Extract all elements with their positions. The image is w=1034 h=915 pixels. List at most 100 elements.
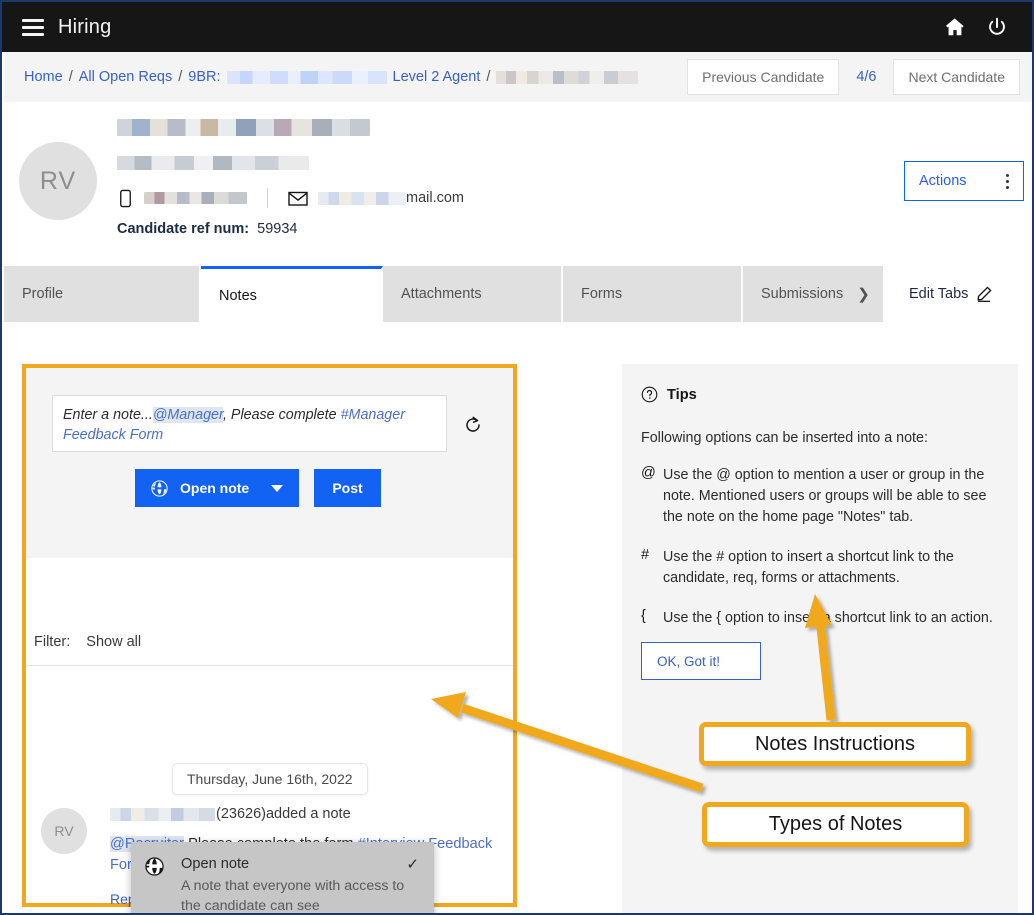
candidate-subtitle-redacted (117, 154, 309, 172)
dropdown-option-open-note[interactable]: Open note A note that everyone with acce… (131, 842, 434, 914)
post-note-button[interactable]: Post (314, 469, 381, 507)
redacted-phone (144, 192, 247, 204)
home-icon[interactable] (944, 16, 966, 38)
note-author-avatar: RV (41, 808, 87, 854)
tips-title: Tips (667, 386, 697, 403)
callout-label: Notes Instructions (754, 732, 916, 755)
ok-got-it-button[interactable]: OK, Got it! (641, 642, 761, 680)
filter-label: Filter: (34, 634, 71, 650)
note-visibility-dropdown[interactable]: Open note A note that everyone with acce… (131, 842, 434, 914)
breadcrumb-req[interactable]: 9BR: (188, 69, 220, 85)
tab-label: Profile (22, 286, 64, 302)
envelope-icon (288, 191, 308, 206)
breadcrumb-home[interactable]: Home (24, 69, 63, 85)
app-window: Hiring Home / All Open Reqs / 9BR: Level… (0, 0, 1034, 915)
tip-symbol: # (641, 547, 650, 563)
tab-label: Notes (219, 287, 257, 304)
note-visibility-label: Open note (180, 480, 250, 496)
notes-divider (26, 665, 513, 666)
tab-submissions[interactable]: Submissions ❯ (743, 266, 885, 322)
tab-profile[interactable]: Profile (4, 266, 201, 322)
check-icon: ✓ (406, 856, 419, 873)
note-placeholder: Enter a note... (63, 407, 153, 423)
topbar-actions (944, 16, 1008, 38)
tab-notes[interactable]: Notes (201, 266, 383, 322)
previous-candidate-button[interactable]: Previous Candidate (687, 59, 840, 95)
note-author-id: (23626) (216, 806, 266, 822)
filter-value[interactable]: Show all (86, 634, 141, 650)
edit-tabs-label: Edit Tabs (909, 286, 969, 302)
app-title: Hiring (58, 15, 112, 38)
candidate-ref-label: Candidate ref num: (117, 221, 250, 237)
tab-forms[interactable]: Forms (563, 266, 743, 322)
pencil-icon[interactable] (976, 286, 992, 302)
note-mid-text: , Please complete (222, 407, 341, 423)
dropdown-option-text: Open note A note that everyone with acce… (181, 855, 413, 914)
notes-panel-highlight: Enter a note...@Manager, Please complete… (22, 364, 517, 907)
tips-header: Tips (641, 386, 1018, 403)
redacted-req-name (226, 70, 387, 84)
tip-at-mention: @ Use the @ option to mention a user or … (641, 465, 999, 528)
hamburger-menu-icon[interactable] (22, 18, 44, 36)
note-action-text: added a note (265, 806, 351, 822)
callout-notes-instructions: Notes Instructions (699, 722, 971, 766)
note-date-divider: Thursday, June 16th, 2022 (172, 763, 368, 795)
candidate-navigation: Previous Candidate 4/6 Next Candidate (687, 59, 1020, 95)
globe-icon (151, 479, 168, 497)
redacted-email (318, 191, 406, 205)
note-mention-token: @Manager (152, 407, 223, 423)
globe-icon (145, 855, 167, 913)
callout-label: Types of Notes (768, 813, 903, 835)
tab-attachments[interactable]: Attachments (383, 266, 563, 322)
note-header: (23626) added a note (110, 806, 504, 822)
breadcrumb-separator: / (486, 69, 491, 85)
tab-label: Forms (581, 286, 623, 302)
breadcrumb-bar: Home / All Open Reqs / 9BR: Level 2 Agen… (4, 52, 1032, 102)
candidate-tab-bar: Profile Notes Attachments Forms Submissi… (4, 266, 1032, 322)
tip-text: Use the # option to insert a shortcut li… (663, 549, 954, 586)
tip-hashtag: # Use the # option to insert a shortcut … (641, 547, 999, 589)
next-candidate-button[interactable]: Next Candidate (893, 59, 1020, 95)
candidate-ref-num: Candidate ref num: 59934 (117, 221, 297, 237)
post-label: Post (332, 480, 363, 496)
tip-symbol: { (641, 608, 646, 624)
phone-icon (120, 189, 131, 207)
question-circle-icon (641, 386, 658, 403)
kebab-menu-icon[interactable] (1006, 173, 1009, 189)
candidate-contact-row: mail.com (117, 188, 464, 208)
actions-label: Actions (919, 173, 967, 189)
contact-divider (267, 188, 268, 208)
note-visibility-button[interactable]: Open note (135, 469, 299, 507)
tab-label: Attachments (401, 286, 482, 302)
email-domain: mail.com (406, 190, 465, 206)
dropdown-option-title: Open note (181, 856, 250, 872)
dropdown-option-desc: A note that everyone with access to the … (181, 878, 405, 914)
tip-text: Use the { option to insert a shortcut li… (663, 610, 993, 626)
chevron-down-icon[interactable] (271, 484, 283, 492)
note-editor-zone: Enter a note...@Manager, Please complete… (26, 368, 513, 558)
top-navigation-bar: Hiring (2, 2, 1032, 52)
refresh-icon[interactable] (463, 415, 483, 435)
redacted-candidate-crumb (496, 70, 639, 84)
candidate-name-redacted (117, 119, 370, 137)
breadcrumb-all-open-reqs[interactable]: All Open Reqs (79, 69, 173, 85)
breadcrumb: Home / All Open Reqs / 9BR: Level 2 Agen… (24, 69, 639, 85)
redacted-author-name (110, 807, 215, 821)
chevron-right-icon[interactable]: ❯ (857, 285, 870, 303)
candidate-header: RV mail.com Candidate ref num: 59934 Acti… (4, 102, 1032, 266)
candidate-avatar: RV (19, 142, 97, 220)
candidate-counter: 4/6 (856, 69, 877, 85)
tab-label: Submissions (761, 286, 844, 302)
breadcrumb-req-level[interactable]: Level 2 Agent (393, 69, 481, 85)
note-input[interactable]: Enter a note...@Manager, Please complete… (52, 395, 447, 452)
tip-curly-brace: { Use the { option to insert a shortcut … (641, 608, 999, 629)
callout-types-of-notes: Types of Notes (702, 802, 969, 847)
actions-button[interactable]: Actions (904, 161, 1024, 201)
tips-lead-text: Following options can be inserted into a… (641, 430, 928, 446)
tip-symbol: @ (641, 465, 656, 481)
power-icon[interactable] (986, 16, 1008, 38)
breadcrumb-separator: / (178, 69, 183, 85)
edit-tabs-button[interactable]: Edit Tabs (885, 266, 992, 322)
candidate-ref-value: 59934 (257, 221, 298, 237)
notes-filter[interactable]: Filter: Show all (34, 634, 141, 650)
